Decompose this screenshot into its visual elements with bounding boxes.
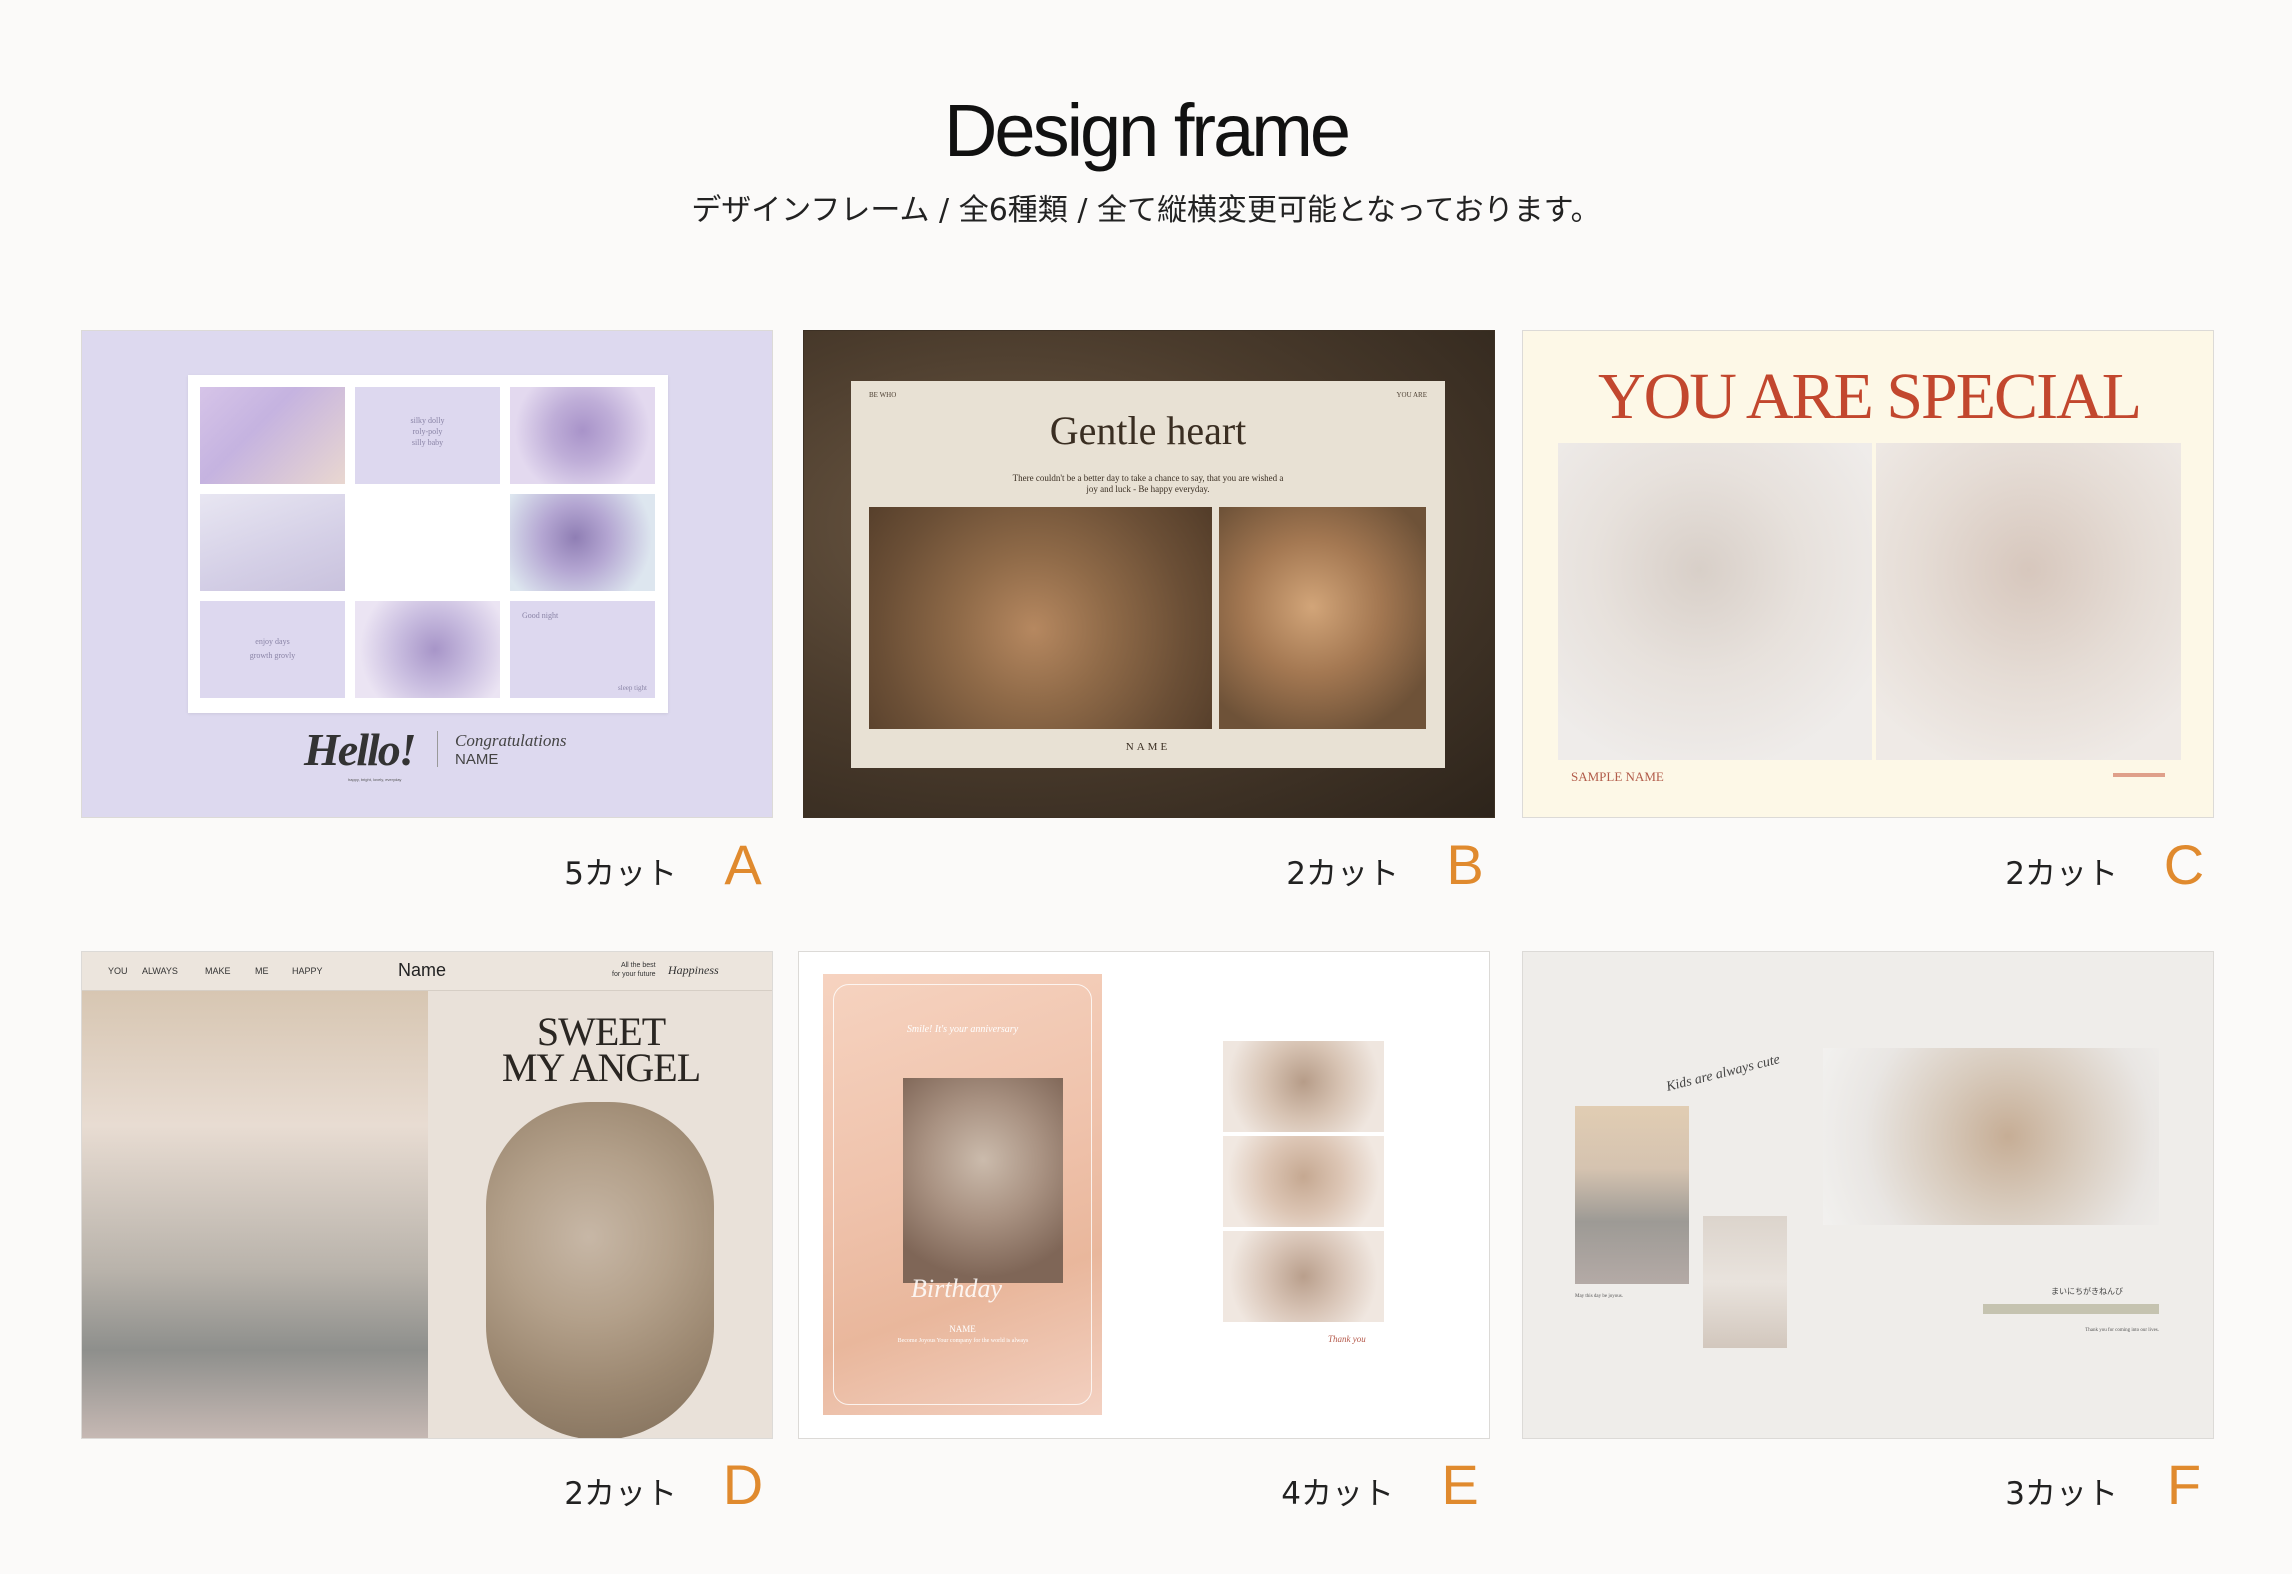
- text-tile-1: silky dolly roly-poly silly baby: [355, 387, 500, 484]
- cut-count: 2カット: [1286, 856, 1399, 892]
- design-frame-f[interactable]: Kids are always cute May this day be joy…: [1522, 951, 2214, 1439]
- frame-letter: C: [2163, 833, 2205, 896]
- flower-ornament: [2113, 773, 2165, 777]
- photo-2: [1219, 507, 1426, 729]
- tile-3-text: Good night: [522, 611, 559, 620]
- photo-1: [903, 1078, 1063, 1283]
- body-text: There couldn't be a better day to take a…: [1012, 473, 1284, 494]
- frame-letter: D: [722, 1453, 764, 1516]
- photo-4: [1223, 1231, 1384, 1322]
- cut-count: 2カット: [2005, 856, 2118, 892]
- accent-bar: [1983, 1304, 2159, 1314]
- caption-f: 3カット F: [1522, 1452, 2214, 1522]
- photo-3: [200, 494, 345, 591]
- nav-word-1: YOU: [108, 966, 128, 976]
- cut-count: 5カット: [564, 856, 677, 892]
- caption-b: 2カット B: [803, 832, 1495, 902]
- photo-2: [1703, 1216, 1787, 1348]
- cut-count: 3カット: [2005, 1476, 2118, 1512]
- text-tile-2: enjoy days growth grovly: [200, 601, 345, 698]
- photo-3: [1823, 1048, 2159, 1225]
- tile-4-text: sleep tight: [618, 684, 647, 692]
- hello-logo: Hello!: [304, 724, 417, 775]
- page-title: Design frame: [943, 89, 1351, 172]
- photo-2: [510, 387, 655, 484]
- photo-1: [200, 387, 345, 484]
- collage-card: silky dolly roly-poly silly baby enjoy d…: [188, 375, 668, 713]
- photo-1: [869, 507, 1212, 729]
- heading: YOU ARE SPECIAL: [1597, 360, 2142, 433]
- name-text: NAME: [949, 1324, 976, 1334]
- caption-a: 5カット A: [81, 832, 773, 902]
- top-bar: YOU ALWAYS MAKE ME HAPPY Name All the be…: [82, 952, 772, 991]
- smile-text: Smile! It's your anniversary: [906, 1024, 1019, 1035]
- photo-2: [1223, 1041, 1384, 1132]
- photo-1: [1558, 443, 1872, 760]
- top-right-text: YOU ARE: [1396, 391, 1427, 399]
- hello-caption: happy, bright, lovely, everyday: [348, 777, 402, 782]
- left-body-text: May this day be joyous.: [1575, 1294, 1623, 1299]
- photo-5: [355, 601, 500, 698]
- heading: Gentle heart: [1049, 408, 1247, 453]
- design-frame-e[interactable]: Smile! It's your anniversary Birthday NA…: [798, 951, 1490, 1439]
- photo-1: [1575, 1106, 1689, 1284]
- photo-2-eight-shape: [486, 1102, 714, 1438]
- caption-d: 2カット D: [81, 1452, 773, 1522]
- tile-2-text: enjoy days growth grovly: [249, 637, 296, 660]
- cut-count: 4カット: [1281, 1476, 1394, 1512]
- design-frame-d[interactable]: YOU ALWAYS MAKE ME HAPPY Name All the be…: [81, 951, 773, 1439]
- photo-2: [1876, 443, 2181, 760]
- name-text: NAME: [455, 751, 499, 768]
- name-text: NAME: [1125, 741, 1171, 753]
- frame-letter: A: [724, 833, 762, 896]
- nav-word-2: ALWAYS: [142, 966, 178, 976]
- top-left-text: BE WHO: [869, 391, 897, 399]
- congratulations-text: Congratulations: [455, 731, 567, 750]
- name-text: SAMPLE NAME: [1571, 769, 1664, 784]
- happiness-script: Happiness: [668, 963, 719, 977]
- design-frame-a[interactable]: silky dolly roly-poly silly baby enjoy d…: [81, 330, 773, 818]
- design-frame-c[interactable]: YOU ARE SPECIAL SAMPLE NAME: [1522, 330, 2214, 818]
- tile-1-text: silky dolly roly-poly silly baby: [410, 416, 445, 447]
- frame-letter: F: [2166, 1453, 2202, 1516]
- design-frame-b[interactable]: BE WHO YOU ARE Gentle heart There couldn…: [803, 330, 1495, 818]
- caption-e: 4カット E: [798, 1452, 1490, 1522]
- birthday-script: Birthday: [911, 1274, 1002, 1303]
- thank-you-script: Thank you: [1328, 1334, 1366, 1344]
- page-subtitle: デザインフレーム / 全6種類 / 全て縦横変更可能となっております。: [691, 193, 1601, 228]
- photo-4: [510, 494, 655, 591]
- all-the-best-text: All the best for your future: [612, 962, 656, 978]
- nav-word-4: ME: [255, 966, 269, 976]
- japanese-text: まいにちがきねんび: [2051, 1287, 2123, 1296]
- heading-line-2: MY ANGEL: [501, 1045, 701, 1090]
- body-text: Become Joyous Your company for the world…: [897, 1338, 1029, 1344]
- left-page: Smile! It's your anniversary Birthday NA…: [823, 974, 1102, 1415]
- frame-letter: E: [1441, 1453, 1479, 1516]
- text-tile-3: Good night sleep tight: [510, 601, 655, 698]
- right-body-text: Thank you for coming into our lives.: [2085, 1328, 2159, 1333]
- name-text: Name: [398, 960, 447, 980]
- nav-word-3: MAKE: [205, 966, 231, 976]
- cut-count: 2カット: [564, 1476, 677, 1512]
- nav-word-5: HAPPY: [292, 966, 323, 976]
- photo-3: [1223, 1136, 1384, 1227]
- photo-1: [82, 991, 428, 1438]
- script-text: Kids are always cute: [1664, 1052, 1782, 1095]
- caption-c: 2カット C: [1522, 832, 2214, 902]
- paper-card: BE WHO YOU ARE Gentle heart There couldn…: [851, 381, 1445, 768]
- frame-letter: B: [1446, 833, 1484, 896]
- divider: [437, 731, 438, 767]
